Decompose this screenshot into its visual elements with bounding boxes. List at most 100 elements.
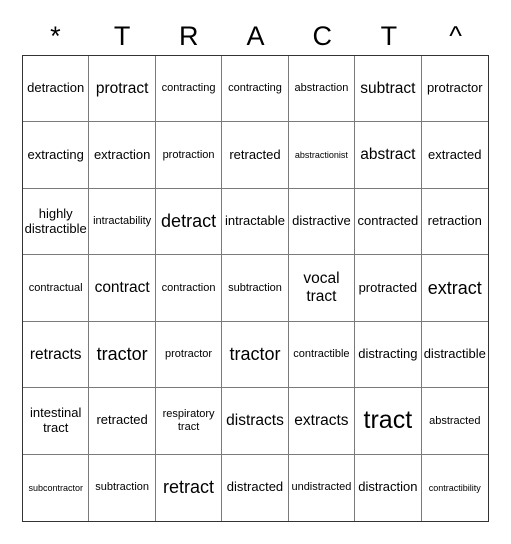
bingo-cell[interactable]: contracting — [222, 56, 289, 123]
bingo-cell[interactable]: detraction — [23, 56, 90, 123]
bingo-cell[interactable]: contractibility — [422, 455, 488, 521]
bingo-cell[interactable]: intractable — [222, 188, 289, 256]
bingo-cell-text: distracts — [226, 411, 284, 429]
bingo-cell-text: tractor — [229, 344, 281, 365]
bingo-cell[interactable]: extracting — [23, 122, 90, 189]
bingo-cell[interactable]: distracted — [222, 454, 289, 521]
bingo-cell-text: contract — [94, 279, 150, 297]
bingo-cell-text: extracts — [294, 411, 349, 429]
bingo-cell[interactable]: intestinal tract — [23, 388, 90, 455]
bingo-cell-text: abstract — [360, 146, 416, 164]
bingo-cell[interactable]: contraction — [155, 255, 223, 322]
bingo-cell[interactable]: tractor — [89, 321, 156, 389]
bingo-cell-text: subtraction — [228, 281, 282, 294]
bingo-cell-text: vocal tract — [303, 270, 340, 305]
bingo-cell[interactable]: abstraction — [288, 56, 356, 123]
header-letter: * — [50, 21, 61, 51]
bingo-cell-text: intractability — [93, 215, 152, 228]
bingo-cell-text: intractable — [225, 213, 285, 229]
bingo-cell-text: distractible — [423, 345, 486, 361]
bingo-cell-text: protractor — [426, 80, 483, 96]
bingo-cell[interactable]: abstract — [355, 122, 422, 189]
bingo-cell[interactable]: retraction — [421, 189, 488, 256]
bingo-cell-text: extracting — [27, 146, 84, 162]
bingo-cell[interactable]: detract — [155, 188, 223, 256]
header-letter: ^ — [449, 21, 462, 51]
bingo-cell[interactable]: distractive — [288, 188, 356, 256]
bingo-cell[interactable]: retracts — [23, 321, 90, 389]
header-letter: T — [380, 21, 398, 51]
bingo-cell[interactable]: subtract — [355, 56, 422, 123]
bingo-cell-text: protractor — [165, 348, 213, 361]
bingo-cell[interactable]: contract — [89, 255, 156, 322]
bingo-cell-text: protraction — [162, 148, 215, 161]
bingo-cell[interactable]: tractor — [222, 321, 289, 389]
bingo-cell[interactable]: intractability — [89, 188, 156, 256]
bingo-cell-text: abstractionist — [294, 149, 348, 160]
bingo-cell-text: retracted — [229, 146, 281, 162]
bingo-cell[interactable]: protraction — [155, 122, 223, 189]
bingo-cell[interactable]: abstracted — [421, 388, 488, 455]
bingo-cell[interactable]: tract — [355, 388, 422, 455]
bingo-cell-text: intestinal tract — [30, 404, 82, 435]
bingo-cell[interactable]: undistracted — [289, 454, 356, 521]
bingo-cell[interactable]: respiratory tract — [155, 388, 223, 455]
bingo-cell-text: contractible — [293, 348, 350, 361]
header-letter: R — [179, 21, 199, 51]
bingo-cell[interactable]: distracts — [222, 388, 289, 455]
bingo-board: detraction protract contracting contracting… — [22, 55, 489, 522]
bingo-cell[interactable]: distracting — [355, 321, 422, 389]
bingo-cell-text: extracted — [428, 146, 482, 162]
bingo-cell[interactable]: contractual — [23, 255, 90, 322]
bingo-cell-text: retracted — [96, 412, 148, 428]
bingo-cell-text: retraction — [427, 213, 482, 229]
header-letter: T — [113, 21, 131, 51]
bingo-cell[interactable]: retracted — [222, 122, 289, 189]
bingo-cell-text: contracting — [161, 82, 216, 95]
bingo-cell[interactable]: extracted — [421, 122, 488, 189]
bingo-cell-text: contractibility — [428, 482, 481, 493]
bingo-cell[interactable]: contracting — [155, 56, 223, 123]
bingo-cell[interactable]: distraction — [355, 454, 422, 521]
header-letter: C — [312, 21, 332, 51]
bingo-cell-text: detraction — [27, 80, 85, 96]
bingo-cell[interactable]: vocal tract — [288, 255, 356, 322]
bingo-cell[interactable]: extracts — [288, 388, 356, 455]
bingo-cell-text: extraction — [93, 146, 151, 162]
bingo-cell[interactable]: retracted — [89, 388, 156, 455]
header-letter: A — [246, 21, 265, 51]
bingo-cell-text: contracting — [228, 82, 282, 95]
bingo-cell-text: abstraction — [294, 82, 349, 95]
bingo-cell[interactable]: protractor — [421, 56, 488, 123]
bingo-cell[interactable]: contracted — [355, 188, 422, 256]
bingo-cell-text: retracts — [29, 345, 82, 363]
bingo-cell-text: respiratory tract — [162, 408, 215, 433]
bingo-cell-text: distraction — [358, 479, 418, 495]
bingo-cell-text: abstracted — [429, 414, 481, 427]
bingo-cell[interactable]: extract — [421, 255, 488, 322]
bingo-cell[interactable]: protracted — [355, 255, 422, 322]
bingo-cell-text: distracting — [358, 345, 418, 361]
bingo-cell[interactable]: highly distractible — [23, 188, 90, 256]
bingo-cell[interactable]: retract — [156, 454, 223, 521]
bingo-cell-text: distractive — [292, 213, 351, 229]
bingo-cell-text: distracted — [226, 479, 284, 495]
bingo-cell[interactable]: subtraction — [89, 454, 156, 521]
bingo-cell-text: tractor — [96, 344, 148, 365]
bingo-cell-text: highly distractible — [24, 205, 87, 236]
bingo-cell-text: subtract — [360, 79, 416, 97]
bingo-cell-text: subtraction — [95, 481, 150, 494]
bingo-cell[interactable]: protractor — [155, 321, 223, 389]
bingo-cell-text: extract — [427, 277, 482, 298]
bingo-cell-text: undistracted — [291, 481, 352, 494]
bingo-cell[interactable]: extraction — [89, 122, 156, 189]
bingo-cell[interactable]: contractible — [288, 321, 356, 389]
bingo-cell-text: contractual — [28, 281, 83, 294]
bingo-cell[interactable]: subcontractor — [23, 454, 90, 521]
bingo-cell-text: protracted — [358, 279, 418, 295]
bingo-cell[interactable]: protract — [89, 56, 156, 123]
bingo-cell[interactable]: abstractionist — [288, 122, 356, 189]
bingo-cell[interactable]: subtraction — [222, 255, 289, 322]
bingo-cell[interactable]: distractible — [421, 322, 488, 389]
bingo-cell-text: tract — [363, 406, 413, 435]
